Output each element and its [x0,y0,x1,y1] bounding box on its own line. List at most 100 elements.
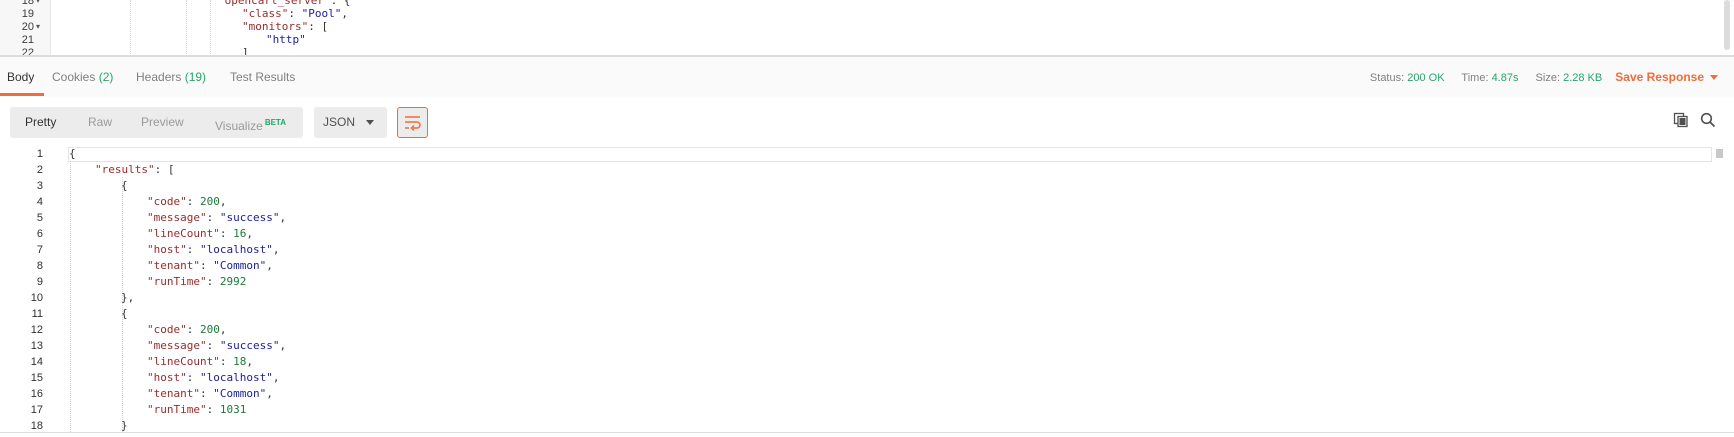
response-code-line: 13 "message": "success", [0,338,1700,354]
line-number: 19 [21,8,34,20]
line-number: 21 [21,34,34,46]
code-token: : [186,195,200,208]
code-token: "tenant" [147,259,200,272]
chevron-down-icon [1710,75,1718,81]
format-tab-label: Visualize [215,119,263,133]
response-code-line: 4 "code": 200, [0,194,1700,210]
time-value[interactable]: 4.87s [1492,72,1519,84]
code-text: { [69,147,76,162]
code-text: "host": "localhost", [147,242,279,258]
code-token: }, [121,291,135,304]
request-scrollbar[interactable] [1724,0,1730,50]
request-body-editor[interactable]: 18 ▾ "opencart_server": {19 "class": "Pool"… [0,0,1734,56]
code-token: , [279,339,287,352]
line-number: 11 [31,308,43,320]
code-token: 18 [233,355,247,368]
code-token: "localhost" [200,371,273,384]
code-token: : [219,227,234,240]
tab-headers[interactable]: Headers (19) [136,57,206,97]
status-value[interactable]: 200 OK [1407,72,1444,84]
response-code-line: 16 "tenant": "Common", [0,386,1700,402]
code-token: : [186,323,200,336]
code-token: "opencart_server" [218,0,331,7]
code-text: "http" [266,33,306,47]
code-token: "lineCount" [147,227,220,240]
code-token: } [121,419,128,432]
response-code-line: 5 "message": "success", [0,210,1700,226]
response-code-line: 14 "lineCount": 18, [0,354,1700,370]
format-tab-label: Raw [88,115,113,129]
line-number: 2 [36,164,43,176]
code-token: "success" [219,339,280,352]
response-code-line: 7 "host": "localhost", [0,242,1700,258]
size-value[interactable]: 2.28 KB [1563,72,1602,84]
line-number: 5 [36,212,43,224]
code-token: "Pool" [301,7,342,20]
bottom-border [0,432,1734,433]
code-token: { [121,307,128,320]
response-scrollbar[interactable] [1716,149,1723,158]
tab-count: (19) [184,70,207,84]
fold-toggle-icon[interactable]: ▾ [36,20,40,34]
code-token: "code" [147,195,187,208]
request-code-line: 20 ▾ "monitors": [ [0,20,1700,34]
tab-body[interactable]: Body [7,57,34,97]
format-tab-label: Pretty [25,115,57,129]
code-text: } [121,418,128,432]
code-token: , [272,371,280,384]
code-token: "results" [95,163,155,176]
code-token: "monitors" [242,20,309,33]
code-token: "Common" [213,259,267,272]
code-text: "lineCount": 18, [147,354,253,370]
code-token: : [186,243,200,256]
code-token: "class" [242,7,289,20]
code-token: : { [330,0,351,7]
format-tab-preview[interactable]: Preview [141,107,184,138]
tab-cookies[interactable]: Cookies (2) [52,57,113,97]
line-number: 3 [36,180,43,192]
code-token: : [206,339,220,352]
line-number: 17 [30,404,43,416]
language-select[interactable]: JSON [314,107,387,138]
code-token: "Common" [213,387,267,400]
code-text: "runTime": 2992 [147,274,246,290]
code-token: : [206,275,220,288]
code-token: : [ [308,20,329,33]
response-code-line: 10}, [0,290,1700,306]
code-token: "runTime" [147,403,207,416]
search-icon[interactable] [1700,112,1716,128]
tab-test-results[interactable]: Test Results [230,57,295,97]
time-label: Time: [1461,72,1489,84]
line-number: 6 [36,228,43,240]
code-token: { [69,147,76,160]
format-tab-pretty[interactable]: Pretty [25,107,56,138]
code-token: : [186,371,200,384]
line-number: 10 [30,292,43,304]
code-token: "code" [147,323,187,336]
line-number: 12 [30,324,43,336]
save-response-button[interactable]: Save Response [1615,70,1718,84]
code-token: , [219,195,227,208]
code-text: "code": 200, [147,322,227,338]
code-token: , [272,243,280,256]
response-body-editor[interactable]: 1{2 "results": [3{4 "code": 200, 5 "message"… [0,147,1734,432]
code-text: "class": "Pool", [242,7,348,21]
wrap-lines-button[interactable] [397,107,428,138]
code-token: : [288,7,302,20]
chevron-down-icon [366,120,374,125]
copy-icon[interactable] [1673,112,1689,128]
tab-label: Headers [136,70,182,84]
tab-count: (2) [98,70,114,84]
code-token: , [246,355,253,368]
code-text: }, [121,290,134,306]
active-tab-indicator [0,93,44,96]
code-token: : [206,403,220,416]
code-token: , [219,323,227,336]
response-stats: Status: 200 OK Time: 4.87s Size: 2.28 KB… [1370,57,1718,97]
code-text: "message": "success", [147,338,286,354]
beta-badge: BETA [264,118,286,127]
format-tab-visualize[interactable]: Visualize BETA [215,107,286,138]
format-tab-raw[interactable]: Raw [88,107,112,138]
response-code-line: 3{ [0,178,1700,194]
code-token: "success" [219,211,280,224]
